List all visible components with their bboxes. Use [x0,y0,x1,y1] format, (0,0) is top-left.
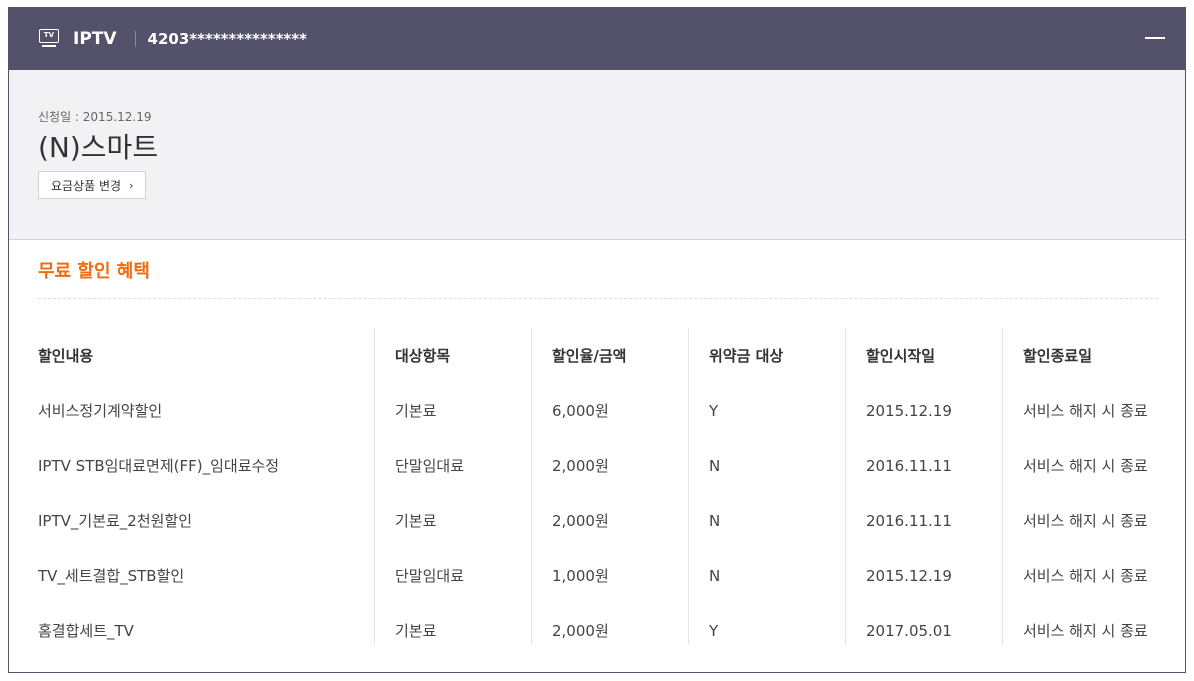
penalty-target: N [709,456,721,475]
discount-amount: 2,000원 [552,622,609,640]
end-date: 서비스 해지 시 종료 [1023,567,1148,585]
discount-name: TV_세트결합_STB할인 [38,567,185,585]
penalty-target: Y [709,401,719,420]
benefit-table: 할인내용 대상항목 할인율/금액 위약금 대상 할인시작일 할인종료일 서비스정… [38,328,1158,658]
penalty-target: Y [709,621,719,640]
start-date: 2016.11.11 [866,511,952,530]
column-divider [845,328,846,644]
iptv-service-panel: TV IPTV 4203*************** 신청일 : 2015.1… [8,7,1186,673]
tv-icon: TV [39,29,61,49]
target-item: 단말임대료 [395,567,465,585]
table-row: TV_세트결합_STB할인 단말임대료 1,000원 N 2015.12.19 … [38,548,1158,603]
column-header: 위약금 대상 [709,347,784,365]
plan-section: 신청일 : 2015.12.19 (N)스마트 요금상품 변경 › [9,70,1185,240]
target-item: 기본료 [395,402,437,420]
end-date: 서비스 해지 시 종료 [1023,512,1148,530]
target-item: 단말임대료 [395,457,465,475]
table-row: IPTV STB임대료면제(FF)_임대료수정 단말임대료 2,000원 N 2… [38,438,1158,493]
table-header-row: 할인내용 대상항목 할인율/금액 위약금 대상 할인시작일 할인종료일 [38,328,1158,383]
target-item: 기본료 [395,622,437,640]
penalty-target: N [709,511,721,530]
tv-icon-label: TV [39,29,59,43]
start-date: 2015.12.19 [866,566,952,585]
penalty-target: N [709,566,721,585]
column-header: 할인종료일 [1023,347,1093,365]
column-divider [374,328,375,644]
discount-name: 홈결합세트_TV [38,622,134,640]
header-divider [134,31,136,47]
benefit-section-title: 무료 할인 혜택 [38,261,150,282]
column-divider [688,328,689,644]
start-date: 2015.12.19 [866,401,952,420]
discount-amount: 1,000원 [552,567,609,585]
column-header: 할인시작일 [866,347,936,365]
start-date: 2017.05.01 [866,621,952,640]
table-row: 서비스정기계약할인 기본료 6,000원 Y 2015.12.19 서비스 해지… [38,383,1158,438]
apply-date: 신청일 : 2015.12.19 [38,110,152,124]
service-name: IPTV [73,29,117,49]
discount-amount: 2,000원 [552,512,609,530]
discount-name: IPTV_기본료_2천원할인 [38,512,193,530]
section-divider [38,298,1158,299]
discount-name: IPTV STB임대료면제(FF)_임대료수정 [38,457,280,475]
service-header[interactable]: TV IPTV 4203*************** [9,8,1185,70]
column-header: 대상항목 [395,347,451,365]
column-divider [531,328,532,644]
discount-amount: 6,000원 [552,402,609,420]
end-date: 서비스 해지 시 종료 [1023,457,1148,475]
table-row: IPTV_기본료_2천원할인 기본료 2,000원 N 2016.11.11 서… [38,493,1158,548]
change-plan-button[interactable]: 요금상품 변경 › [38,171,147,199]
discount-name: 서비스정기계약할인 [38,402,163,420]
column-header: 할인율/금액 [552,347,627,365]
collapse-icon[interactable] [1145,37,1165,39]
column-divider [1002,328,1003,644]
table-row: 홈결합세트_TV 기본료 2,000원 Y 2017.05.01 서비스 해지 … [38,603,1158,658]
chevron-right-icon: › [129,178,134,192]
discount-amount: 2,000원 [552,457,609,475]
plan-name: (N)스마트 [38,131,159,164]
start-date: 2016.11.11 [866,456,952,475]
end-date: 서비스 해지 시 종료 [1023,622,1148,640]
change-plan-button-label: 요금상품 변경 [51,178,122,193]
account-number: 4203*************** [147,30,307,48]
end-date: 서비스 해지 시 종료 [1023,402,1148,420]
column-header: 할인내용 [38,347,94,365]
target-item: 기본료 [395,512,437,530]
